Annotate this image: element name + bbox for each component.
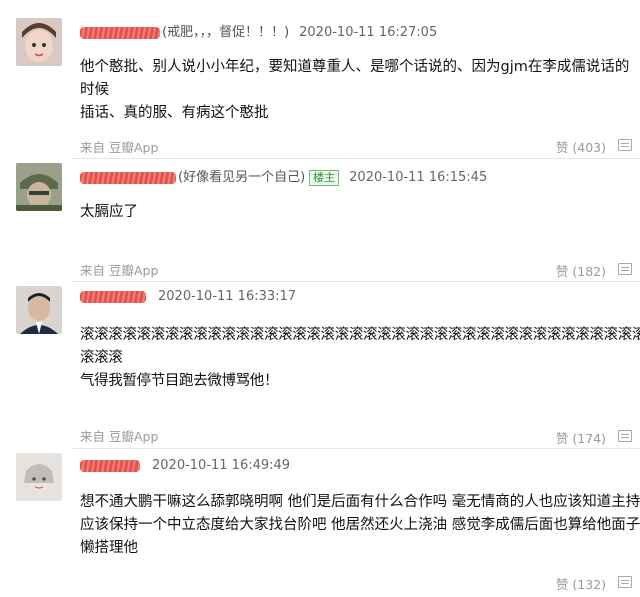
user-nickname: (好像看见另一个自己) — [178, 170, 306, 185]
timestamp: 2020-10-11 16:27:05 — [299, 25, 438, 40]
redacted-username[interactable] — [80, 459, 140, 472]
comment-text: 他个憨批、别人说小小年纪，要知道尊重人、是哪个话说的、因为gjm在李成儒说话的时… — [80, 59, 630, 121]
redacted-username[interactable] — [80, 26, 160, 39]
timestamp: 2020-10-11 16:33:17 — [158, 289, 297, 304]
more-icon[interactable] — [618, 263, 632, 275]
comment-text: 太膈应了 — [80, 204, 138, 220]
like-button[interactable]: 赞 (132) — [556, 574, 606, 593]
owner-badge: 楼主 — [309, 169, 340, 186]
source-label: 来自 豆瓣App — [80, 140, 159, 155]
like-button[interactable]: 赞 (403) — [556, 137, 606, 156]
source-label: 来自 豆瓣App — [80, 263, 159, 278]
avatar[interactable] — [16, 286, 62, 334]
comment-meta: (戒肥，，，督促！！！) 2020-10-11 16:27:05 — [80, 21, 437, 40]
avatar[interactable] — [16, 453, 62, 501]
user-nickname: (戒肥，，，督促！！！) — [162, 25, 290, 40]
comment-meta: 2020-10-11 16:49:49 — [80, 458, 290, 473]
more-icon[interactable] — [618, 139, 632, 151]
source-label: 来自 豆瓣App — [80, 429, 159, 444]
timestamp: 2020-10-11 16:15:45 — [349, 170, 488, 185]
comment-text: 想不通大鹏干嘛这么舔郭晓明啊 他们是后面有什么合作吗 毫无情商的人也应该知道主持… — [80, 494, 640, 556]
redacted-username[interactable] — [80, 290, 146, 303]
like-button[interactable]: 赞 (182) — [556, 261, 606, 280]
divider — [72, 448, 640, 449]
divider — [72, 158, 640, 159]
more-icon[interactable] — [618, 430, 632, 442]
divider — [72, 281, 640, 282]
like-button[interactable]: 赞 (174) — [556, 428, 606, 447]
comment-text: 滚滚滚滚滚滚滚滚滚滚滚滚滚滚滚滚滚滚滚滚滚滚滚滚滚滚滚滚滚滚滚滚滚滚滚滚滚滚滚滚… — [80, 327, 640, 389]
more-icon[interactable] — [618, 576, 632, 588]
avatar[interactable] — [16, 163, 62, 211]
timestamp: 2020-10-11 16:49:49 — [152, 458, 291, 473]
comment-meta: 2020-10-11 16:33:17 — [80, 289, 296, 304]
redacted-username[interactable] — [80, 171, 176, 184]
comment-meta: (好像看见另一个自己) 楼主 2020-10-11 16:15:45 — [80, 166, 487, 186]
avatar[interactable] — [16, 18, 62, 66]
